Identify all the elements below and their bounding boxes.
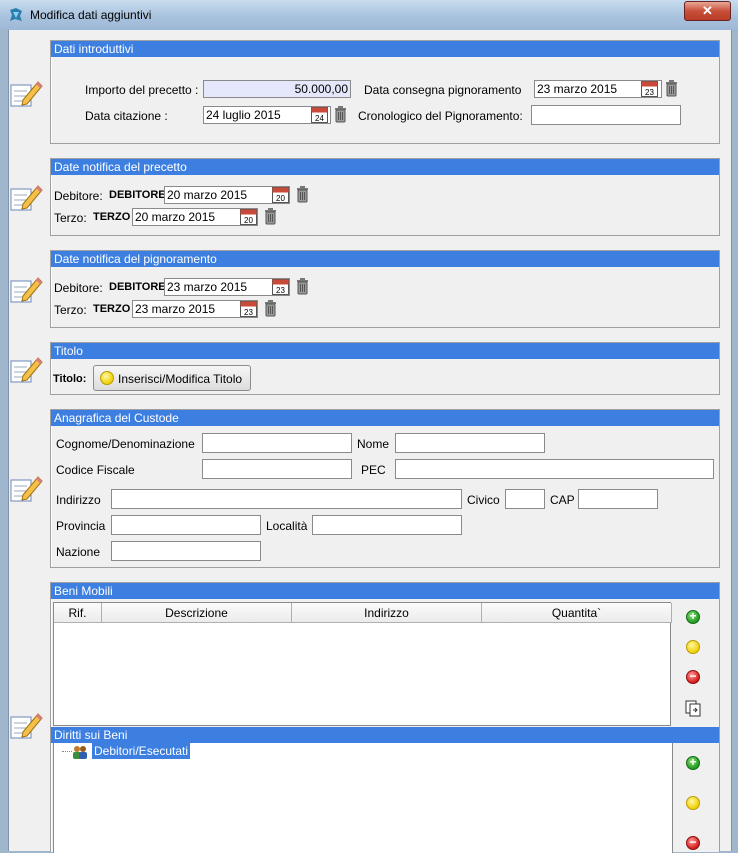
add-icon[interactable]: +	[686, 756, 700, 770]
localita-field[interactable]	[312, 515, 462, 535]
cap-field[interactable]	[578, 489, 658, 509]
beni-table[interactable]: Rif. Descrizione Indirizzo Quantita`	[53, 602, 672, 726]
column-header[interactable]: Indirizzo	[292, 603, 482, 623]
group-header: Date notifica del pignoramento	[51, 251, 719, 267]
nazione-label: Nazione	[56, 545, 101, 559]
provincia-label: Provincia	[56, 519, 106, 533]
pec-label: PEC	[361, 463, 386, 477]
codice-fiscale-label: Codice Fiscale	[56, 463, 135, 477]
button-label: Inserisci/Modifica Titolo	[118, 372, 243, 386]
indirizzo-field[interactable]	[111, 489, 462, 509]
titolo-label: Titolo:	[53, 373, 87, 385]
edit-pencil-icon[interactable]	[9, 473, 43, 503]
provincia-field[interactable]	[111, 515, 261, 535]
nome-label: Nome	[357, 437, 390, 451]
trash-icon[interactable]	[665, 80, 678, 97]
remove-icon[interactable]: −	[686, 670, 700, 684]
cronologico-field[interactable]	[531, 105, 681, 125]
civico-label: Civico	[467, 493, 500, 507]
data-consegna-label: Data consegna pignoramento	[364, 83, 522, 97]
data-citazione-label: Data citazione :	[85, 109, 168, 123]
debitore-name: DEBITORE	[109, 281, 166, 293]
column-header[interactable]: Quantita`	[482, 603, 672, 623]
trash-icon[interactable]	[264, 300, 277, 317]
cognome-label: Cognome/Denominazione	[56, 437, 195, 451]
pec-field[interactable]	[395, 459, 714, 479]
column-header[interactable]: Rif.	[54, 603, 102, 623]
terzo-name: TERZO	[93, 211, 131, 223]
calendar-icon[interactable]: 23	[641, 80, 658, 97]
column-header[interactable]: Descrizione	[102, 603, 292, 623]
add-icon[interactable]: +	[686, 610, 700, 624]
group-dati-introduttivi: Dati introduttivi Importo del precetto :…	[50, 40, 720, 144]
group-header: Date notifica del precetto	[51, 159, 719, 175]
svg-text:23: 23	[244, 308, 253, 317]
trash-icon[interactable]	[296, 186, 309, 203]
svg-text:23: 23	[645, 88, 654, 97]
trash-icon[interactable]	[296, 278, 309, 295]
tree-node-debitori[interactable]: Debitori/Esecutati	[92, 743, 191, 759]
tree-line	[62, 751, 72, 752]
localita-label: Località	[266, 519, 308, 533]
remove-icon[interactable]: −	[686, 836, 700, 850]
group-notifica-precetto: Date notifica del precetto Debitore: DEB…	[50, 158, 720, 236]
trash-icon[interactable]	[264, 208, 277, 225]
importo-label: Importo del precetto :	[85, 83, 199, 97]
edit-icon[interactable]	[686, 796, 700, 810]
terzo-label: Terzo:	[54, 303, 87, 317]
svg-text:20: 20	[276, 194, 285, 203]
civico-field[interactable]	[505, 489, 545, 509]
trash-icon[interactable]	[334, 106, 347, 123]
indirizzo-label: Indirizzo	[56, 493, 101, 507]
cognome-field[interactable]	[202, 433, 352, 453]
group-notifica-pignoramento: Date notifica del pignoramento Debitore:…	[50, 250, 720, 328]
group-titolo: Titolo Titolo: Inserisci/Modifica Titolo	[50, 342, 720, 395]
edit-pencil-icon[interactable]	[9, 274, 43, 304]
calendar-icon[interactable]: 20	[272, 186, 289, 203]
terzo-label: Terzo:	[54, 211, 87, 225]
edit-pencil-icon[interactable]	[9, 354, 43, 384]
edit-icon[interactable]	[686, 640, 700, 654]
users-icon	[73, 746, 87, 759]
group-header: Titolo	[51, 343, 719, 359]
cronologico-label: Cronologico del Pignoramento:	[358, 109, 523, 123]
debitore-label: Debitore:	[54, 281, 103, 295]
svg-text:20: 20	[244, 216, 253, 225]
calendar-icon[interactable]: 23	[272, 278, 289, 295]
close-button[interactable]: ✕	[684, 1, 731, 21]
group-header: Beni Mobili	[51, 583, 719, 599]
codice-fiscale-field[interactable]	[202, 459, 352, 479]
diritti-tree[interactable]: Debitori/Esecutati	[53, 743, 673, 853]
edit-pencil-icon[interactable]	[9, 78, 43, 108]
nazione-field[interactable]	[111, 541, 261, 561]
window-title: Modifica dati aggiuntivi	[30, 8, 152, 22]
terzo-name: TERZO	[93, 303, 131, 315]
debitore-label: Debitore:	[54, 189, 103, 203]
group-custode: Anagrafica del Custode Cognome/Denominaz…	[50, 409, 720, 568]
edit-pencil-icon[interactable]	[9, 710, 43, 740]
app-logo-icon	[10, 8, 22, 21]
group-header: Diritti sui Beni	[51, 727, 719, 743]
copy-icon[interactable]	[684, 699, 702, 717]
edit-pencil-icon[interactable]	[9, 182, 43, 212]
calendar-icon[interactable]: 24	[311, 106, 328, 123]
cap-label: CAP	[550, 493, 575, 507]
calendar-icon[interactable]: 23	[240, 300, 257, 317]
group-header: Anagrafica del Custode	[51, 410, 719, 426]
group-beni: Beni Mobili Rif. Descrizione Indirizzo Q…	[50, 582, 720, 853]
inserisci-titolo-button[interactable]: Inserisci/Modifica Titolo	[93, 365, 251, 391]
svg-text:23: 23	[276, 286, 285, 295]
calendar-icon[interactable]: 20	[240, 208, 257, 225]
group-header: Dati introduttivi	[51, 41, 719, 57]
yellow-circle-icon	[100, 371, 114, 385]
importo-field[interactable]: 50.000,00	[203, 80, 351, 98]
nome-field[interactable]	[395, 433, 545, 453]
svg-text:24: 24	[315, 114, 324, 123]
debitore-name: DEBITORE	[109, 189, 166, 201]
